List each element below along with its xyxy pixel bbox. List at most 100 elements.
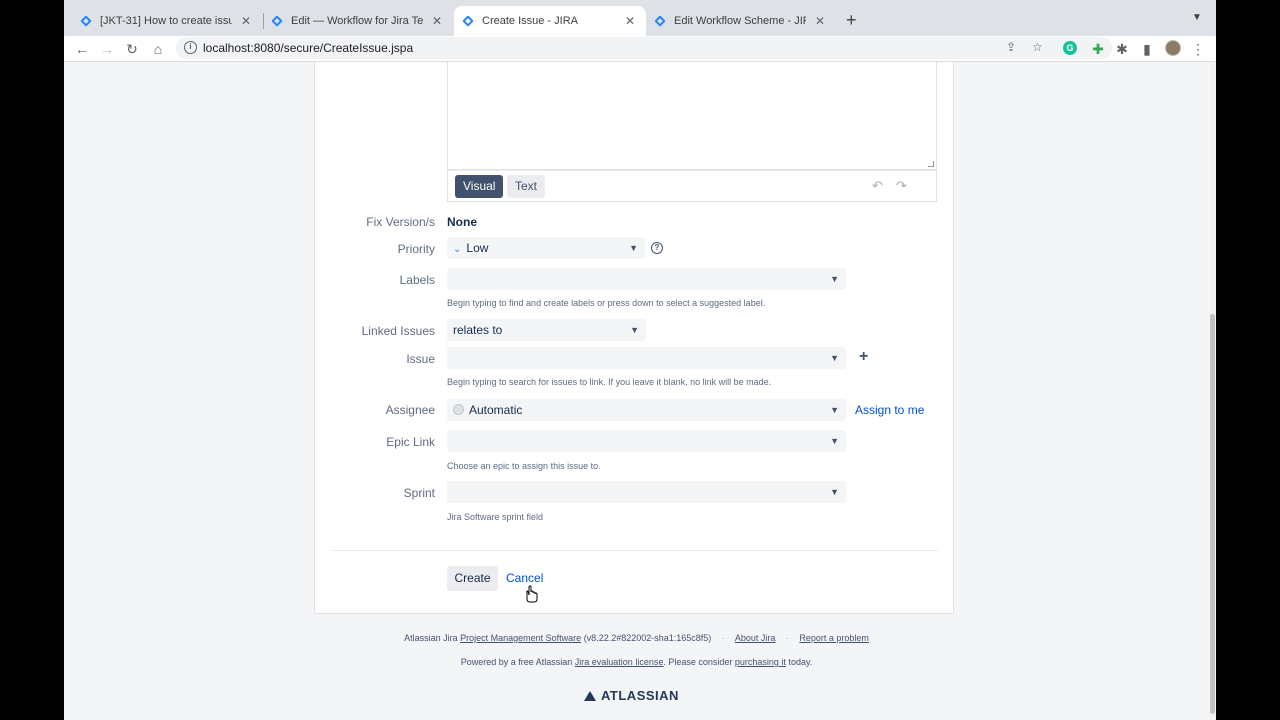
priority-value: Low bbox=[466, 241, 489, 255]
info-icon[interactable]: i bbox=[184, 41, 197, 54]
tab-search-chevron-icon[interactable]: ▼ bbox=[1192, 12, 1202, 23]
issue-picker[interactable]: ▼ bbox=[447, 347, 846, 369]
issue-hint: Begin typing to search for issues to lin… bbox=[447, 377, 772, 387]
form-divider bbox=[332, 550, 938, 551]
purchasing-link[interactable]: purchasing it bbox=[735, 657, 786, 667]
right-letterbox bbox=[1216, 0, 1280, 720]
grammarly-extension-icon[interactable]: G bbox=[1063, 41, 1077, 55]
page-scrollbar[interactable] bbox=[1209, 62, 1216, 720]
address-bar[interactable]: i localhost:8080/secure/CreateIssue.jspa… bbox=[176, 37, 1112, 59]
chevron-down-icon: ▼ bbox=[830, 436, 839, 446]
fix-versions-label: Fix Version/s bbox=[366, 215, 435, 229]
create-button[interactable]: Create bbox=[447, 566, 498, 591]
extensions-puzzle-icon[interactable]: ✱ bbox=[1113, 40, 1131, 58]
redo-icon[interactable]: ↷ bbox=[896, 178, 907, 194]
jira-icon bbox=[462, 15, 474, 27]
close-icon[interactable]: ✕ bbox=[238, 14, 254, 28]
jira-icon bbox=[80, 15, 92, 27]
footer-separator: · bbox=[785, 633, 789, 643]
jira-icon bbox=[654, 15, 666, 27]
atlassian-wordmark: ATLASSIAN bbox=[601, 688, 679, 703]
profile-avatar[interactable] bbox=[1165, 40, 1181, 56]
tab-title: Create Issue - JIRA bbox=[482, 15, 578, 27]
tab-edit-workflow[interactable]: Edit — Workflow for Jira Test - ✕ bbox=[263, 6, 453, 36]
epic-link-hint: Choose an epic to assign this issue to. bbox=[447, 461, 601, 471]
epic-link-label: Epic Link bbox=[386, 435, 435, 449]
tab-strip: [JKT-31] How to create issue t ✕ Edit — … bbox=[64, 0, 1216, 36]
side-panel-icon[interactable]: ▮ bbox=[1138, 40, 1156, 58]
footer-today: today. bbox=[788, 657, 813, 667]
back-arrow-icon[interactable]: ← bbox=[73, 40, 91, 58]
assignee-label: Assignee bbox=[385, 403, 435, 417]
menu-kebab-icon[interactable]: ⋮ bbox=[1189, 40, 1207, 58]
chevron-down-icon: ▼ bbox=[830, 487, 839, 497]
sprint-select[interactable]: ▼ bbox=[447, 481, 846, 503]
url-text[interactable]: localhost:8080/secure/CreateIssue.jspa bbox=[203, 41, 413, 55]
jira-icon bbox=[271, 15, 283, 27]
create-issue-form: Visual Text ↶ ↷ Fix Version/s None Prior… bbox=[314, 62, 954, 614]
labels-input[interactable]: ▼ bbox=[447, 268, 846, 290]
tab-title: Edit — Workflow for Jira Test - bbox=[291, 15, 423, 27]
new-tab-button[interactable]: + bbox=[846, 10, 857, 31]
link-type-value: relates to bbox=[453, 323, 503, 337]
priority-low-icon: ⌄ bbox=[453, 244, 462, 255]
tab-title: Edit Workflow Scheme - JIRA bbox=[674, 15, 806, 27]
resize-handle-icon[interactable] bbox=[928, 161, 934, 167]
text-mode-button[interactable]: Text bbox=[507, 175, 546, 198]
priority-select[interactable]: ⌄ Low ▼ bbox=[447, 237, 645, 259]
close-icon[interactable]: ✕ bbox=[622, 14, 638, 28]
tab-edit-workflow-scheme[interactable]: Edit Workflow Scheme - JIRA ✕ bbox=[646, 6, 836, 36]
assign-to-me-link[interactable]: Assign to me bbox=[855, 403, 924, 417]
visual-mode-button[interactable]: Visual bbox=[455, 175, 504, 198]
tab-create-issue[interactable]: Create Issue - JIRA ✕ bbox=[454, 6, 646, 36]
atlassian-logo[interactable]: ATLASSIAN bbox=[584, 688, 679, 703]
share-icon[interactable]: ⇪ bbox=[1006, 40, 1016, 54]
tab-jkt-31[interactable]: [JKT-31] How to create issue t ✕ bbox=[72, 6, 262, 36]
close-icon[interactable]: ✕ bbox=[812, 14, 828, 28]
bookmark-star-icon[interactable]: ☆ bbox=[1032, 40, 1043, 54]
link-type-select[interactable]: relates to ▼ bbox=[447, 319, 646, 341]
tab-title: [JKT-31] How to create issue t bbox=[100, 15, 232, 27]
footer-separator: · bbox=[721, 633, 725, 643]
extension-plus-icon[interactable]: ✚ bbox=[1089, 40, 1107, 58]
footer-consider: . Please consider bbox=[663, 657, 733, 667]
reload-icon[interactable]: ↻ bbox=[123, 40, 141, 58]
sprint-label: Sprint bbox=[403, 486, 435, 500]
linked-issues-label: Linked Issues bbox=[361, 324, 435, 338]
left-letterbox bbox=[0, 0, 64, 720]
description-textarea[interactable] bbox=[447, 62, 937, 170]
browser-toolbar: ← → ↻ ⌂ i localhost:8080/secure/CreateIs… bbox=[64, 36, 1216, 62]
scrollbar-thumb[interactable] bbox=[1210, 314, 1215, 714]
labels-hint: Begin typing to find and create labels o… bbox=[447, 298, 766, 308]
footer-line-1: Atlassian Jira Project Management Softwa… bbox=[64, 633, 1209, 643]
issue-label: Issue bbox=[406, 352, 435, 366]
assignee-value: Automatic bbox=[469, 403, 523, 417]
priority-label: Priority bbox=[397, 242, 435, 256]
report-problem-link[interactable]: Report a problem bbox=[799, 633, 869, 643]
chevron-down-icon: ▼ bbox=[830, 353, 839, 363]
about-jira-link[interactable]: About Jira bbox=[735, 633, 776, 643]
forward-arrow-icon[interactable]: → bbox=[98, 40, 116, 58]
project-management-software-link[interactable]: Project Management Software bbox=[460, 633, 581, 643]
help-icon[interactable]: ? bbox=[651, 242, 663, 254]
epic-link-select[interactable]: ▼ bbox=[447, 430, 846, 452]
home-icon[interactable]: ⌂ bbox=[149, 40, 167, 58]
fix-versions-value: None bbox=[447, 215, 477, 229]
footer-version: (v8.22.2#822002-sha1:165c8f5) bbox=[583, 633, 712, 643]
automatic-avatar-icon bbox=[453, 404, 464, 416]
chevron-down-icon: ▼ bbox=[830, 274, 839, 284]
evaluation-license-link[interactable]: Jira evaluation license bbox=[575, 657, 664, 667]
footer-powered-by: Powered by a free Atlassian bbox=[460, 657, 573, 667]
undo-icon[interactable]: ↶ bbox=[872, 178, 883, 194]
atlassian-logo-icon bbox=[584, 691, 596, 701]
chevron-down-icon: ▼ bbox=[830, 405, 839, 415]
footer-line-2: Powered by a free Atlassian Jira evaluat… bbox=[64, 657, 1209, 667]
labels-label: Labels bbox=[399, 273, 435, 287]
close-icon[interactable]: ✕ bbox=[429, 14, 445, 28]
add-link-plus-icon[interactable]: + bbox=[859, 348, 868, 366]
editor-mode-bar: Visual Text ↶ ↷ bbox=[447, 170, 937, 202]
sprint-hint: Jira Software sprint field bbox=[447, 512, 544, 522]
browser-window: [JKT-31] How to create issue t ✕ Edit — … bbox=[64, 0, 1216, 720]
page-content: Visual Text ↶ ↷ Fix Version/s None Prior… bbox=[64, 62, 1209, 720]
assignee-select[interactable]: Automatic ▼ bbox=[447, 399, 846, 421]
